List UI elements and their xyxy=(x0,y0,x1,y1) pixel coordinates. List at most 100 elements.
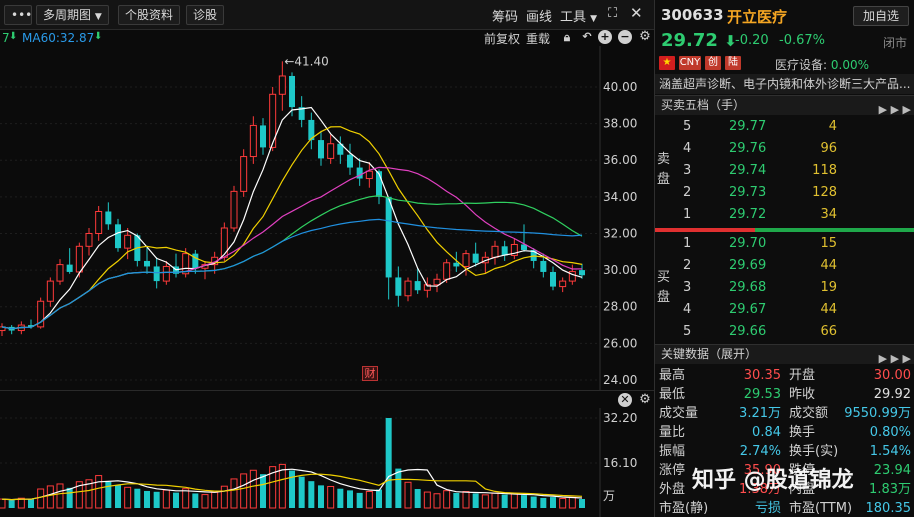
bid-price: 29.68 xyxy=(729,280,767,295)
ask-price: 29.77 xyxy=(729,119,767,134)
candle-body xyxy=(162,265,170,282)
candlestick-chart[interactable]: 40.00 38.00 36.00 34.00 32.00 30.00 28.00 26.00… xyxy=(0,46,654,390)
bid-level-2[interactable]: 2 29.69 44 xyxy=(679,255,909,277)
volume-settings-gear-icon[interactable]: ⚙ xyxy=(638,393,652,407)
watermark: 知乎 @股道锦龙 xyxy=(692,468,854,493)
orderbook-header: 买卖五档（手） ▶ ▶ ▶ xyxy=(655,95,914,116)
ask-level-3[interactable]: 3 29.74 118 xyxy=(679,160,909,182)
tools-label: 工具 xyxy=(560,10,587,25)
candle-body xyxy=(249,124,257,158)
diagnose-button[interactable]: 诊股 xyxy=(186,5,225,25)
candle-body xyxy=(404,280,412,297)
key-data-header[interactable]: 关键数据（展开） ▶ ▶ ▶ xyxy=(655,344,914,365)
tools-dropdown[interactable]: 工具 ▼ xyxy=(560,6,597,25)
reload-button[interactable]: 重载 xyxy=(526,30,550,47)
candle-body xyxy=(278,75,286,95)
ma5-line xyxy=(1,106,583,330)
bid-level-4[interactable]: 4 29.67 44 xyxy=(679,299,909,321)
key-data-label: 涨停 xyxy=(659,463,686,478)
bid-qty: 66 xyxy=(820,324,837,339)
key-data-label: 换手 xyxy=(789,425,816,440)
stock-info-button[interactable]: 个股资料 xyxy=(118,5,181,25)
volume-bar xyxy=(162,489,170,509)
chart-toolbar: ••• 多周期图 ▼ 个股资料 诊股 筹码 画线 工具 ▼ ⛶ ✕ xyxy=(0,0,654,30)
candle-body xyxy=(66,264,73,272)
price-tick-label: 32.00 xyxy=(603,226,637,240)
last-price-value: 29.72 xyxy=(661,30,718,51)
draw-line-button[interactable]: 画线 xyxy=(526,6,552,25)
ask-price: 29.74 xyxy=(729,163,767,178)
candle-body xyxy=(85,232,93,247)
candle-body xyxy=(318,140,324,159)
bid-price: 29.70 xyxy=(729,236,767,251)
buy-label-2: 盘 xyxy=(657,290,671,305)
candle-body xyxy=(144,260,150,267)
undo-icon[interactable]: ↶ xyxy=(580,30,594,44)
key-data-value: 1.54% xyxy=(869,444,911,459)
key-data-label: 成交量 xyxy=(659,406,699,421)
volume-bar xyxy=(481,494,489,509)
volume-bar xyxy=(433,493,441,509)
bid-level-1[interactable]: 1 29.70 15 xyxy=(679,233,909,255)
volume-bar xyxy=(327,485,335,509)
candle-body xyxy=(124,234,132,249)
candle-body xyxy=(491,245,499,258)
bid-level-3[interactable]: 3 29.68 19 xyxy=(679,277,909,299)
key-data-label: 市盈(静) xyxy=(659,501,709,516)
company-description[interactable]: 涵盖超声诊断、电子内镜和体外诊断三大产品... xyxy=(655,74,914,94)
volume-bar xyxy=(491,492,499,509)
candle-body xyxy=(327,143,335,159)
settings-gear-icon[interactable]: ⚙ xyxy=(638,30,652,44)
max-price-annotation: ←41.40 xyxy=(284,54,328,68)
close-volume-icon[interactable]: ✕ xyxy=(618,393,632,407)
price-change-pct: -0.67% xyxy=(779,33,825,48)
add-watchlist-button[interactable]: 加自选 xyxy=(853,6,909,26)
ask-level-5[interactable]: 5 29.77 4 xyxy=(679,116,909,138)
stock-name: 开立医疗 xyxy=(727,8,788,26)
bid-level: 4 xyxy=(683,302,692,317)
chips-button[interactable]: 筹码 xyxy=(492,6,518,25)
forward-adjust-button[interactable]: 前复权 xyxy=(484,30,520,47)
price-tick-label: 40.00 xyxy=(603,80,637,94)
ask-level-1[interactable]: 1 29.72 34 xyxy=(679,204,909,226)
bid-price: 29.67 xyxy=(729,302,767,317)
candle-body xyxy=(192,253,199,269)
volume-chart[interactable]: 32.20 16.10 万 xyxy=(0,408,654,517)
sell-label-1: 卖 xyxy=(657,152,671,167)
zoom-in-icon[interactable]: + xyxy=(598,30,612,44)
key-data-value: 0.84 xyxy=(752,425,781,440)
fullscreen-icon[interactable]: ⛶ xyxy=(608,6,617,21)
bid-level-5[interactable]: 5 29.66 66 xyxy=(679,321,909,343)
buy-label-1: 买 xyxy=(657,270,671,285)
candle-body xyxy=(540,260,547,272)
key-data-value: 30.35 xyxy=(743,368,781,383)
ask-qty: 34 xyxy=(820,207,837,222)
volume-bar xyxy=(260,474,266,508)
volume-tick-label: 万 xyxy=(603,489,615,503)
volume-bar xyxy=(414,488,421,508)
more-menu-button[interactable]: ••• xyxy=(4,5,32,25)
candle-body xyxy=(220,227,228,258)
multi-period-dropdown[interactable]: 多周期图 ▼ xyxy=(36,5,109,25)
zoom-out-icon[interactable]: − xyxy=(618,30,632,44)
tag-connect: 陆 xyxy=(725,56,741,70)
volume-bar xyxy=(337,488,344,508)
bid-level: 5 xyxy=(683,324,692,339)
key-data-label: 外盘 xyxy=(659,482,686,497)
ask-level-2[interactable]: 2 29.73 128 xyxy=(679,182,909,204)
candle-body xyxy=(153,266,160,282)
close-icon[interactable]: ✕ xyxy=(630,4,643,22)
volume-bar xyxy=(220,485,228,509)
ma60-value: MA60:32.87 xyxy=(22,31,95,45)
orderbook-title: 买卖五档（手） xyxy=(661,98,746,112)
lock-icon[interactable]: 🔒︎ xyxy=(560,30,574,44)
ask-price: 29.73 xyxy=(729,185,767,200)
volume-bar xyxy=(385,418,392,508)
bid-qty: 44 xyxy=(820,302,837,317)
volume-bar xyxy=(192,493,199,508)
volume-bar xyxy=(289,470,295,508)
last-price: 29.72 ⬇ xyxy=(661,30,737,51)
financial-report-marker[interactable]: 财 xyxy=(362,366,378,381)
candle-body xyxy=(443,262,451,280)
ask-level-4[interactable]: 4 29.76 96 xyxy=(679,138,909,160)
